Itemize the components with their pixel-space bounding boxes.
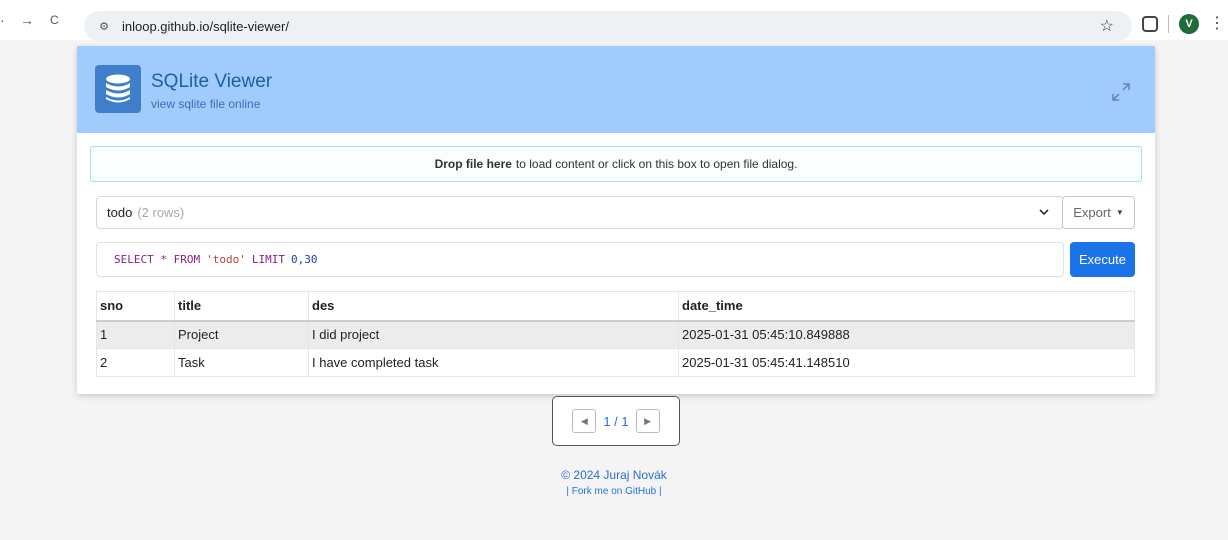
file-dropzone[interactable]: Drop file here to load content or click …	[90, 146, 1142, 182]
triangle-left-icon: ◀	[580, 415, 588, 426]
execute-button[interactable]: Execute	[1070, 242, 1135, 277]
sql-query-editor[interactable]: SELECT * FROM 'todo' LIMIT 0,30	[96, 242, 1064, 277]
chevron-down-icon	[1039, 209, 1049, 216]
browser-toolbar: · → C ⚙ inloop.github.io/sqlite-viewer/ …	[0, 0, 1228, 41]
caret-down-icon: ▼	[1115, 208, 1124, 217]
app-subtitle: view sqlite file online	[151, 97, 261, 111]
table-cell: I have completed task	[308, 348, 679, 377]
query-limit: LIMIT	[251, 253, 285, 266]
table-select[interactable]: todo (2 rows)	[96, 196, 1064, 229]
results-table: sno title des date_time 1 Project I did …	[96, 291, 1135, 377]
toolbar-divider	[1168, 15, 1169, 33]
app-title: SQLite Viewer	[151, 71, 273, 92]
forward-arrow-icon[interactable]: →	[20, 12, 34, 28]
table-cell: 2025-01-31 05:45:10.849888	[678, 320, 1135, 349]
site-info-icon[interactable]: ⚙	[96, 20, 112, 33]
footer-github-link[interactable]: | Fork me on GitHub |	[0, 486, 1228, 497]
column-header: des	[308, 291, 679, 322]
bookmark-star-icon[interactable]: ☆	[1100, 16, 1114, 36]
pagination: ◀ 1 / 1 ▶	[552, 396, 680, 446]
profile-avatar[interactable]: V	[1179, 14, 1199, 34]
table-cell: 1	[96, 320, 175, 349]
selected-table-row-count: (2 rows)	[137, 205, 185, 220]
extensions-icon[interactable]	[1142, 16, 1158, 32]
back-arrow-icon[interactable]: ·	[0, 12, 4, 28]
url-text[interactable]: inloop.github.io/sqlite-viewer/	[122, 19, 289, 34]
column-header: sno	[96, 291, 175, 322]
menu-kebab-icon[interactable]: ⋮	[1209, 16, 1225, 32]
app-header: SQLite Viewer view sqlite file online	[77, 46, 1155, 133]
next-page-button[interactable]: ▶	[635, 409, 660, 433]
browser-actions: V ⋮	[1142, 14, 1225, 34]
reload-icon[interactable]: C	[50, 13, 59, 27]
column-header: date_time	[678, 291, 1135, 322]
export-label: Export	[1073, 205, 1111, 220]
table-cell: Project	[174, 320, 309, 349]
column-header: title	[174, 291, 309, 322]
address-bar[interactable]: ⚙ inloop.github.io/sqlite-viewer/ ☆	[84, 11, 1132, 41]
table-row: 2 Task I have completed task 2025-01-31 …	[96, 348, 1135, 377]
dropzone-text: to load content or click on this box to …	[515, 157, 798, 171]
query-keywords: SELECT * FROM	[114, 253, 201, 266]
table-cell: I did project	[308, 320, 679, 349]
dropzone-bold-text: Drop file here	[434, 157, 512, 171]
app-card: SQLite Viewer view sqlite file online Dr…	[77, 46, 1155, 394]
table-cell: Task	[174, 348, 309, 377]
browser-nav: · → C	[0, 12, 59, 28]
footer-copyright-link[interactable]: © 2024 Juraj Novák	[0, 468, 1228, 482]
page-indicator: 1 / 1	[603, 413, 629, 429]
fullscreen-expand-icon[interactable]	[1109, 80, 1133, 104]
table-header-row: sno title des date_time	[96, 291, 1135, 322]
table-row: 1 Project I did project 2025-01-31 05:45…	[96, 320, 1135, 349]
database-icon	[95, 65, 141, 113]
export-button[interactable]: Export ▼	[1062, 196, 1135, 229]
query-table: 'todo'	[206, 253, 246, 266]
prev-page-button[interactable]: ◀	[572, 409, 597, 433]
table-cell: 2025-01-31 05:45:41.148510	[678, 348, 1135, 377]
query-limit-values: 0,30	[290, 253, 318, 266]
triangle-right-icon: ▶	[644, 415, 652, 426]
table-cell: 2	[96, 348, 175, 377]
selected-table-name: todo	[107, 205, 133, 220]
